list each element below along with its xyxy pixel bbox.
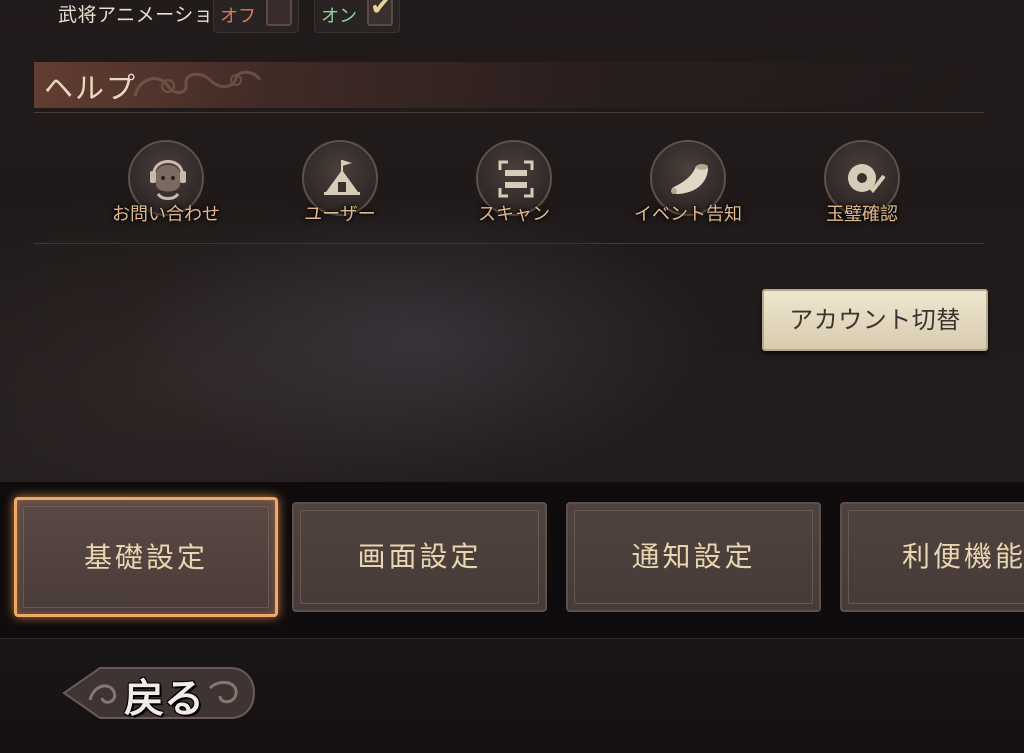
on-label: オン <box>321 6 357 27</box>
help-item-scan[interactable]: スキャン <box>434 140 594 230</box>
help-item-label: ユーザー <box>304 204 376 225</box>
off-checkbox[interactable] <box>266 0 292 26</box>
divider <box>34 112 984 113</box>
animation-on-option[interactable]: オン ✔ <box>314 0 400 33</box>
tab-basic-settings[interactable]: 基礎設定 <box>14 497 278 617</box>
help-header-band <box>34 62 984 108</box>
back-button[interactable]: 戻る <box>60 658 256 728</box>
help-section-title: ヘルプ <box>44 71 138 105</box>
cloud-ornament-icon <box>133 70 262 97</box>
help-item-label: 玉璧確認 <box>826 204 898 225</box>
off-label: オフ <box>220 6 256 27</box>
divider <box>34 243 984 244</box>
help-item-label: イベント告知 <box>634 204 742 225</box>
account-switch-button[interactable]: アカウント切替 <box>762 289 988 351</box>
help-item-user[interactable]: ユーザー <box>260 140 420 230</box>
general-animation-row: 武将アニメーション オフ オン ✔ <box>0 0 1024 34</box>
checkmark-icon: ✔ <box>370 0 392 22</box>
tab-display-settings[interactable]: 画面設定 <box>292 502 547 612</box>
help-item-contact[interactable]: お問い合わせ <box>86 140 246 230</box>
animation-off-option[interactable]: オフ <box>213 0 299 33</box>
divider <box>0 638 1024 639</box>
general-animation-label: 武将アニメーション <box>58 4 233 26</box>
footer: 戻る <box>0 638 1024 753</box>
help-item-jade-check[interactable]: 玉璧確認 <box>782 140 900 230</box>
on-checkbox[interactable]: ✔ <box>367 0 393 26</box>
settings-panel: 武将アニメーション オフ オン ✔ ヘルプ お問い合わせ ユーザー スキャン イ… <box>0 0 1024 482</box>
settings-tab-bar: 基礎設定 画面設定 通知設定 利便機能 <box>0 482 1024 638</box>
tab-convenience-features[interactable]: 利便機能 <box>840 502 1024 612</box>
tab-notification-settings[interactable]: 通知設定 <box>566 502 821 612</box>
help-item-event-notice[interactable]: イベント告知 <box>608 140 768 230</box>
help-item-label: お問い合わせ <box>112 204 220 225</box>
back-label: 戻る <box>124 676 204 722</box>
help-item-label: スキャン <box>478 204 550 225</box>
